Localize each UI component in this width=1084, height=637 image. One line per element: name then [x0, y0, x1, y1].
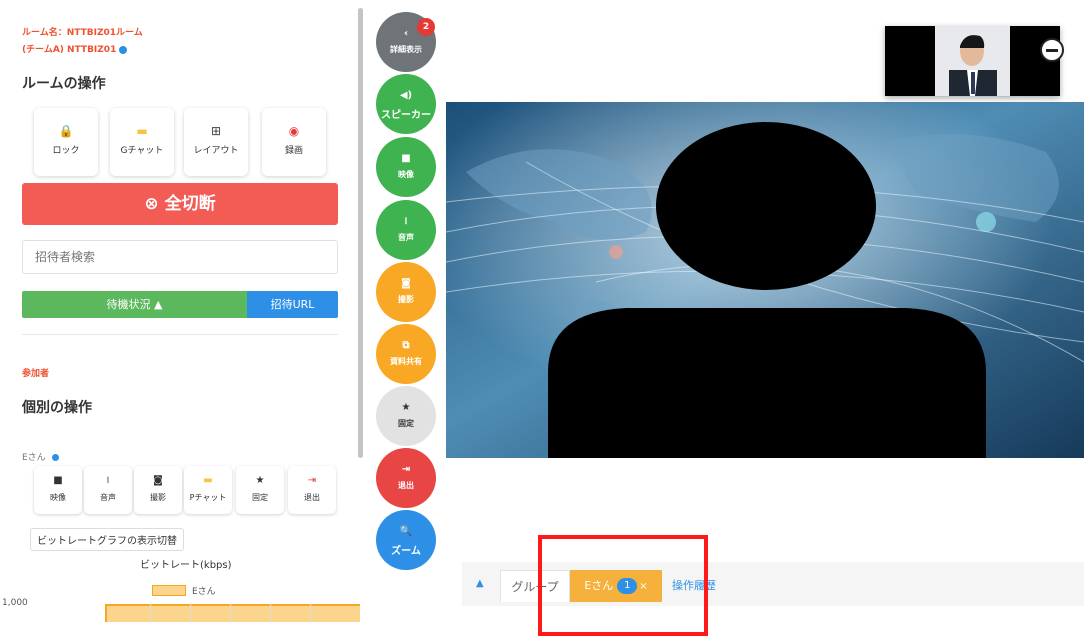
share-document-label: 資料共有	[390, 357, 422, 366]
highlight-annotation-box	[538, 535, 708, 636]
speaker-icon: ◀)	[399, 90, 413, 101]
room-team-text: (チームA) NTTBIZ01	[22, 45, 117, 55]
pin-star-icon: ★	[401, 402, 411, 413]
world-map-background	[446, 102, 1084, 458]
lock-icon: 🔒	[58, 124, 74, 138]
pin-star-icon: ★	[255, 475, 265, 486]
exit-label: 退出	[398, 481, 414, 490]
participant-video-button[interactable]: ■ 映像	[34, 466, 82, 514]
video-icon: ■	[53, 475, 63, 486]
zoom-button[interactable]: 🔍 ズーム	[376, 510, 436, 570]
divider	[22, 334, 338, 335]
grid-line	[270, 603, 271, 623]
layout-button[interactable]: ⊞ レイアウト	[184, 108, 248, 176]
bitrate-chart-title: ビットレート(kbps)	[140, 560, 232, 571]
speaker-button[interactable]: ◀) スピーカー	[376, 74, 436, 134]
record-icon: ◉	[288, 124, 300, 138]
participant-capture-label: 撮影	[150, 493, 166, 502]
lock-button[interactable]: 🔒 ロック	[34, 108, 98, 176]
video-icon: ■	[401, 153, 411, 164]
record-label: 録画	[284, 146, 303, 156]
pin-label: 固定	[398, 419, 414, 428]
participant-audio-label: 音声	[100, 493, 116, 502]
exit-button[interactable]: ⇥ 退出	[376, 448, 436, 508]
room-team: (チームA) NTTBIZ01	[22, 42, 128, 55]
exit-icon: ⇥	[307, 475, 317, 486]
lock-label: ロック	[52, 146, 80, 156]
layout-label: レイアウト	[193, 146, 239, 156]
capture-button[interactable]: ◙ 撮影	[376, 262, 436, 322]
bitrate-area	[105, 604, 360, 622]
zoom-icon: 🔍	[399, 526, 413, 537]
exit-icon: ⇥	[401, 464, 411, 475]
panel-scrollbar[interactable]	[358, 8, 363, 458]
app-root: ルーム名：NTTBIZ01ルーム (チームA) NTTBIZ01 ルームの操作 …	[0, 0, 1084, 637]
capture-label: 撮影	[398, 295, 414, 304]
room-ops-title: ルームの操作	[22, 76, 106, 92]
invitee-search-input[interactable]	[22, 240, 338, 274]
group-chat-label: Gチャット	[120, 146, 164, 156]
room-name: ルーム名：NTTBIZ01ルーム	[22, 28, 143, 38]
camera-icon: ◙	[153, 475, 163, 486]
participant-pin-button[interactable]: ★ 固定	[236, 466, 284, 514]
audio-button[interactable]: ⏽ 音声	[376, 200, 436, 260]
minus-icon	[1046, 49, 1058, 52]
zoom-label: ズーム	[391, 546, 421, 557]
grid-line	[310, 603, 311, 623]
video-button[interactable]: ■ 映像	[376, 137, 436, 197]
grid-line	[230, 603, 231, 623]
participant-exit-label: 退出	[304, 493, 320, 502]
share-document-button[interactable]: ⧉ 資料共有	[376, 324, 436, 384]
participant-name-text: Eさん	[22, 453, 46, 463]
info-icon[interactable]	[119, 45, 128, 54]
camera-icon: ◙	[401, 278, 411, 289]
legend-swatch	[152, 585, 186, 596]
self-video-preview[interactable]	[885, 26, 1060, 96]
participant-capture-button[interactable]: ◙ 撮影	[134, 466, 182, 514]
share-doc-icon: ⧉	[402, 340, 410, 351]
bitrate-graph-toggle-button[interactable]: ビットレートグラフの表示切替	[30, 528, 184, 551]
notification-badge: 2	[417, 18, 435, 36]
audio-label: 音声	[398, 233, 414, 242]
info-icon[interactable]	[51, 454, 59, 461]
video-label: 映像	[398, 170, 414, 179]
individual-ops-title: 個別の操作	[22, 400, 92, 416]
collapse-self-video-button[interactable]	[1040, 38, 1064, 62]
disconnect-all-button[interactable]: ⊗ 全切断	[22, 183, 338, 225]
main-video[interactable]	[446, 102, 1084, 458]
detail-toggle-label: 詳細表示	[390, 45, 422, 54]
participant-private-chat-button[interactable]: ▬ Pチャット	[184, 466, 232, 514]
self-video-image	[935, 26, 1010, 96]
y-axis-tick: 1,000	[2, 598, 28, 608]
pin-button[interactable]: ★ 固定	[376, 386, 436, 446]
layout-icon: ⊞	[210, 124, 222, 138]
invite-url-button[interactable]: 招待URL	[247, 291, 338, 318]
group-chat-icon: ▬	[136, 124, 148, 138]
speaker-label: スピーカー	[381, 110, 431, 121]
grid-line	[190, 603, 191, 623]
participants-label: 参加者	[22, 369, 50, 379]
private-chat-icon: ▬	[203, 475, 213, 486]
participant-video-label: 映像	[50, 493, 66, 502]
participant-audio-button[interactable]: ⏽ 音声	[84, 466, 132, 514]
record-button[interactable]: ◉ 録画	[262, 108, 326, 176]
group-chat-button[interactable]: ▬ Gチャット	[110, 108, 174, 176]
wait-status-button[interactable]: 待機状況 ▲	[22, 291, 247, 318]
legend-label: Eさん	[192, 587, 216, 597]
participant-name: Eさん	[22, 450, 59, 463]
mic-icon: ⏽	[402, 216, 410, 227]
participant-pin-label: 固定	[252, 493, 268, 502]
tab-panel-toggle[interactable]: ▲	[476, 578, 484, 589]
participant-exit-button[interactable]: ⇥ 退出	[288, 466, 336, 514]
participant-private-chat-label: Pチャット	[189, 493, 227, 502]
mic-icon: ⏽	[104, 475, 112, 486]
grid-line	[150, 603, 151, 623]
